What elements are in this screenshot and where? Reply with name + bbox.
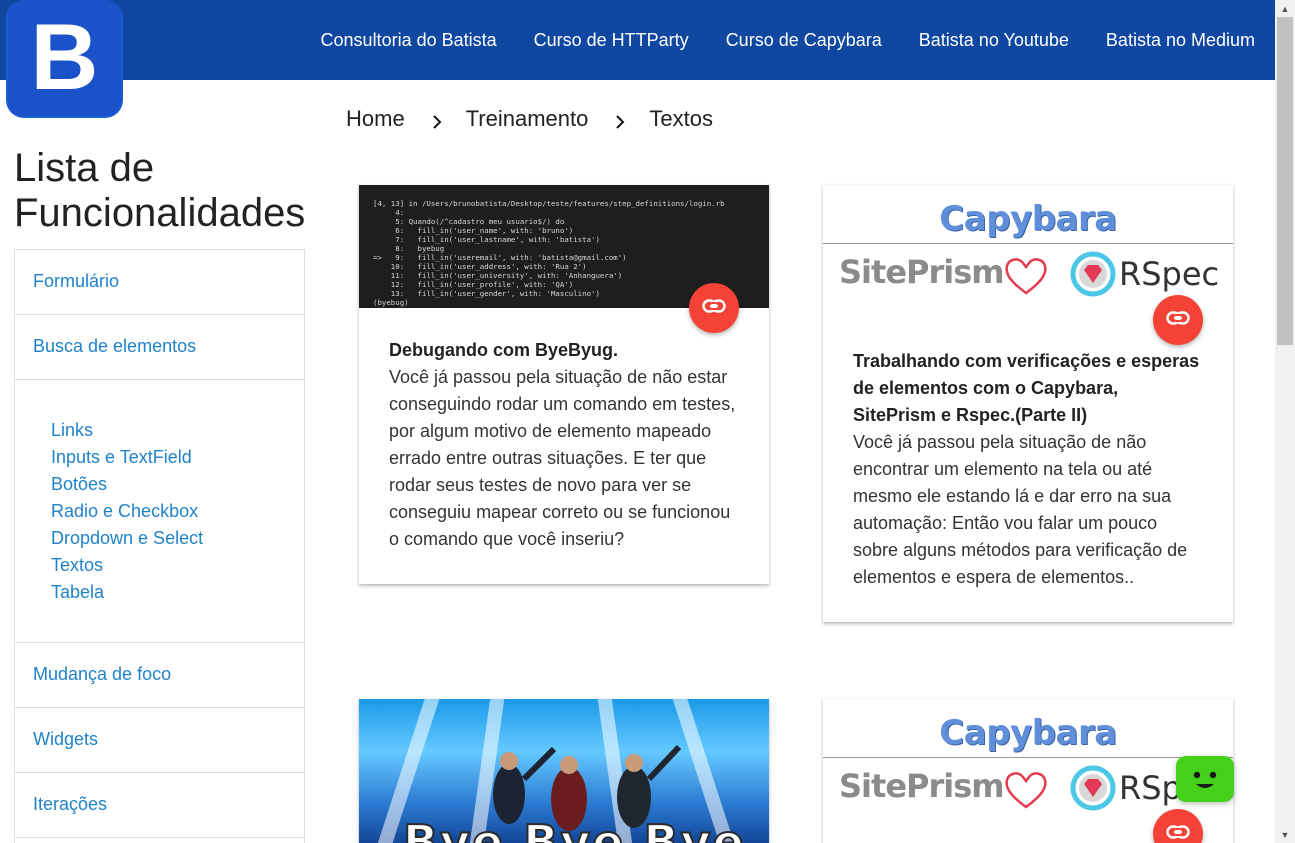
rspec-logo-text: RSpec [1119, 255, 1220, 293]
nav-links: Consultoria do Batista Curso de HTTParty… [321, 0, 1255, 80]
nav-link-capybara[interactable]: Curso de Capybara [726, 30, 882, 51]
sidebar-item-busca-elementos[interactable]: Busca de elementos [15, 315, 304, 380]
card-capybara: Capybara SitePrism RSpec [823, 699, 1233, 843]
sidebar-subitem-tabela[interactable]: Tabela [51, 579, 304, 606]
sidebar-subitem-dropdown[interactable]: Dropdown e Select [51, 525, 304, 552]
scroll-up-arrow-icon[interactable]: ▲ [1275, 0, 1295, 17]
card-title[interactable]: Debugando com ByeByug. [389, 337, 739, 364]
sidebar-title: Lista de Funcionalidades [14, 146, 306, 235]
sidebar-subitem-textos[interactable]: Textos [51, 552, 304, 579]
card-body: Trabalhando com verificações e esperas d… [823, 330, 1233, 591]
chatbot-button[interactable] [1176, 756, 1234, 802]
bye-bye-bye-text: Bye Bye Bye [402, 814, 746, 843]
logo-letter: B [30, 4, 99, 109]
heart-icon [1003, 769, 1049, 816]
page-scrollbar[interactable]: ▲ ▼ [1275, 0, 1295, 843]
divider [823, 757, 1233, 758]
chevron-right-icon [425, 113, 449, 136]
page: Consultoria do Batista Curso de HTTParty… [0, 0, 1295, 843]
breadcrumb: Home Treinamento Textos [346, 106, 713, 132]
heart-icon [1003, 255, 1049, 302]
capybara-logo-text: Capybara [939, 713, 1117, 753]
smiley-icon [1193, 771, 1217, 788]
site-logo[interactable]: B [6, 0, 123, 118]
sidebar-item-formulario[interactable]: Formulário [15, 250, 304, 315]
scrollbar-thumb[interactable] [1277, 17, 1293, 345]
capybara-logo-text: Capybara [939, 199, 1117, 239]
card-body: Debugando com ByeByug. Você já passou pe… [359, 308, 769, 553]
siteprism-logo-text: SitePrism [839, 253, 1005, 291]
divider [823, 243, 1233, 244]
link-icon [1166, 310, 1190, 330]
siteprism-logo-text: SitePrism [839, 767, 1005, 805]
card-image-concert: Bye Bye Bye [359, 699, 769, 843]
nav-link-httparty[interactable]: Curso de HTTParty [534, 30, 689, 51]
link-icon [702, 298, 726, 318]
chevron-right-icon [608, 113, 632, 136]
nav-link-medium[interactable]: Batista no Medium [1106, 30, 1255, 51]
sidebar-item-iteracoes[interactable]: Iterações [15, 773, 304, 838]
card-byebug: [4, 13] in /Users/brunobatista/Desktop/t… [359, 185, 769, 584]
card-title[interactable]: Trabalhando com verificações e esperas d… [853, 348, 1203, 429]
card-capybara-verificacoes: Capybara SitePrism RSpec Trabalhando com… [823, 185, 1233, 622]
sidebar-subitem-inputs[interactable]: Inputs e TextField [51, 444, 304, 471]
sidebar-subitem-botoes[interactable]: Botões [51, 471, 304, 498]
rspec-logo-icon [1070, 765, 1116, 816]
card-bye-bye: Bye Bye Bye [359, 699, 769, 843]
breadcrumb-treinamento[interactable]: Treinamento [466, 106, 589, 132]
breadcrumb-home[interactable]: Home [346, 106, 405, 132]
sidebar-item-widgets[interactable]: Widgets [15, 708, 304, 773]
scroll-down-arrow-icon[interactable]: ▼ [1275, 826, 1295, 843]
card-link-button[interactable] [1153, 295, 1203, 345]
sidebar-subitem-radio-checkbox[interactable]: Radio e Checkbox [51, 498, 304, 525]
nav-link-consultoria[interactable]: Consultoria do Batista [321, 30, 497, 51]
sidebar-item-mudanca-foco[interactable]: Mudança de foco [15, 643, 304, 708]
top-navbar: Consultoria do Batista Curso de HTTParty… [0, 0, 1275, 80]
sidebar-menu: Formulário Busca de elementos Links Inpu… [14, 249, 305, 843]
card-link-button[interactable] [689, 283, 739, 333]
breadcrumb-textos[interactable]: Textos [649, 106, 713, 132]
nav-link-youtube[interactable]: Batista no Youtube [919, 30, 1069, 51]
link-icon [1166, 824, 1190, 843]
card-text: Você já passou pela situação de não enco… [853, 432, 1188, 587]
sidebar-subitem-links[interactable]: Links [51, 417, 304, 444]
sidebar-submenu: Links Inputs e TextField Botões Radio e … [15, 380, 304, 643]
rspec-logo-icon [1070, 251, 1116, 302]
card-text: Você já passou pela situação de não esta… [389, 367, 736, 549]
